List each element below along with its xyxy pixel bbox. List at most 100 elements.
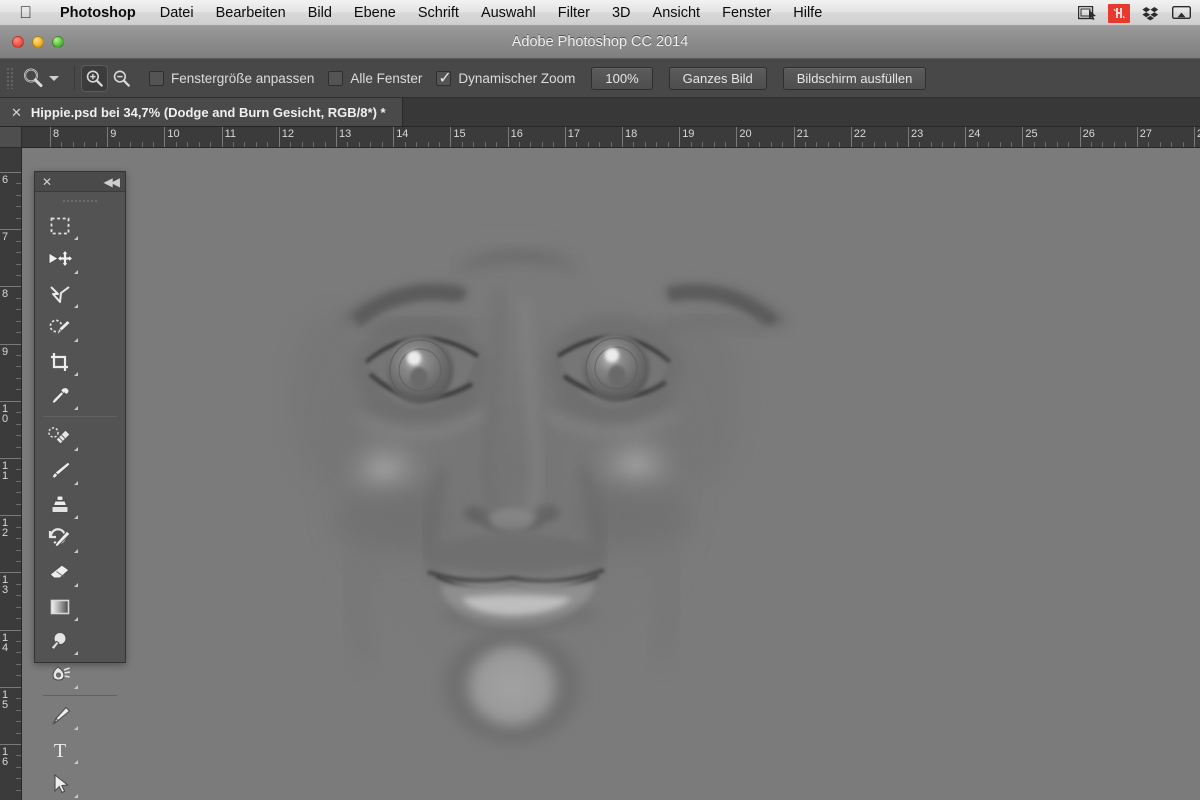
screen-capture-icon[interactable] xyxy=(1077,4,1099,23)
menu-ebene[interactable]: Ebene xyxy=(343,3,407,23)
ruler-tick-minor xyxy=(16,263,21,265)
rectangular-marquee-tool[interactable] xyxy=(38,209,81,243)
close-window-button[interactable] xyxy=(12,36,24,48)
ruler-label: 19 xyxy=(682,128,695,140)
move-tool[interactable] xyxy=(38,243,81,277)
label-alle-fenster: Alle Fenster xyxy=(350,70,423,86)
menu-bearbeiten[interactable]: Bearbeiten xyxy=(205,3,297,23)
menu-filter[interactable]: Filter xyxy=(547,3,601,23)
path-selection-tool[interactable] xyxy=(38,767,81,800)
option-dynamischer-zoom[interactable]: Dynamischer Zoom xyxy=(436,68,575,87)
checkbox-fenstergroesse-anpassen[interactable] xyxy=(149,70,164,86)
lasso-tool[interactable] xyxy=(38,277,81,311)
ruler-tick-minor xyxy=(16,595,21,597)
ruler-tick-minor xyxy=(16,332,21,334)
quick-selection-tool[interactable] xyxy=(38,311,81,345)
spot-healing-brush-tool[interactable] xyxy=(38,420,81,454)
ruler-tick-minor xyxy=(370,142,372,147)
ruler-tick-minor xyxy=(656,142,658,147)
type-tool[interactable]: T xyxy=(38,733,81,767)
pen-tool[interactable] xyxy=(38,699,81,733)
ruler-tick-minor xyxy=(175,142,177,147)
ruler-tick-minor xyxy=(496,142,498,147)
ruler-label: 14 xyxy=(396,128,409,140)
eraser-tool[interactable] xyxy=(38,556,81,590)
apple-logo-icon[interactable]:  xyxy=(18,4,33,22)
gradient-tool[interactable] xyxy=(38,590,81,624)
option-alle-fenster[interactable]: Alle Fenster xyxy=(328,70,423,86)
ruler-tick-minor xyxy=(484,142,486,147)
ruler-tick-minor xyxy=(16,274,21,276)
flyout-corner-icon xyxy=(74,236,78,240)
collapse-panel-icon[interactable]: ◀◀ xyxy=(104,176,121,188)
ruler-tick-minor xyxy=(16,366,21,368)
ruler-tick-minor xyxy=(16,320,21,322)
ruler-label: 9 xyxy=(2,345,9,358)
zoom-out-button[interactable] xyxy=(108,65,135,92)
ruler-tick-minor xyxy=(152,142,154,147)
menu-bild[interactable]: Bild xyxy=(297,3,343,23)
menu-schrift[interactable]: Schrift xyxy=(407,3,470,23)
minimize-window-button[interactable] xyxy=(32,36,44,48)
window-traffic-lights xyxy=(12,36,64,48)
checkbox-alle-fenster[interactable] xyxy=(328,70,344,86)
ruler-tick-minor xyxy=(896,142,898,147)
brush-tool[interactable] xyxy=(38,454,81,488)
fit-whole-image-button[interactable]: Ganzes Bild xyxy=(668,66,767,90)
menu-datei[interactable]: Datei xyxy=(149,3,205,23)
ruler-tick-major xyxy=(0,629,21,631)
ruler-label: 21 xyxy=(796,128,809,140)
history-brush-tool[interactable] xyxy=(38,522,81,556)
canvas-area[interactable] xyxy=(22,148,1200,800)
ruler-tick-major xyxy=(336,127,337,147)
ruler-tick-minor xyxy=(667,142,669,147)
dodge-tool[interactable] xyxy=(38,624,81,658)
vertical-ruler[interactable]: 67891011121314151617 xyxy=(0,148,22,800)
ruler-tick-minor xyxy=(919,142,921,147)
ruler-tick-major xyxy=(736,127,738,147)
zoom-window-button[interactable] xyxy=(52,36,64,48)
flyout-corner-icon xyxy=(74,338,78,342)
menu-hilfe[interactable]: Hilfe xyxy=(782,3,833,23)
close-icon[interactable]: ✕ xyxy=(11,106,22,119)
checkbox-dynamischer-zoom[interactable] xyxy=(436,68,452,87)
close-icon[interactable]: ✕ xyxy=(42,176,52,188)
tool-preset-chevron-down-icon[interactable] xyxy=(49,75,59,81)
menu-auswahl[interactable]: Auswahl xyxy=(470,3,547,23)
zoom-in-button[interactable] xyxy=(81,64,108,92)
magnifier-tool-icon[interactable] xyxy=(18,65,48,91)
menu-3d[interactable]: 3D xyxy=(601,3,642,23)
zoom-100-percent-button[interactable]: 100% xyxy=(591,66,653,90)
red-status-badge-icon[interactable] xyxy=(1108,3,1130,23)
ruler-tick-minor xyxy=(187,142,189,147)
ruler-label: 12 xyxy=(281,128,295,140)
menu-ansicht[interactable]: Ansicht xyxy=(642,3,712,23)
eyedropper-tool[interactable] xyxy=(38,379,81,413)
menu-fenster[interactable]: Fenster xyxy=(711,3,782,23)
ruler-tick-minor xyxy=(1113,142,1115,147)
ruler-origin-corner[interactable] xyxy=(0,127,22,148)
option-fenstergroesse-anpassen[interactable]: Fenstergröße anpassen xyxy=(149,70,314,86)
crop-tool[interactable] xyxy=(38,345,81,379)
macos-menubar:  Photoshop Datei Bearbeiten Bild Ebene … xyxy=(0,0,1200,26)
window-titlebar: Adobe Photoshop CC 2014 xyxy=(0,26,1200,59)
menu-photoshop[interactable]: Photoshop xyxy=(47,3,149,23)
options-bar-grip[interactable] xyxy=(6,67,15,89)
flyout-corner-icon xyxy=(74,270,78,274)
tools-panel[interactable]: ✕ ◀◀ T xyxy=(34,171,126,798)
ruler-label: 22 xyxy=(853,128,867,140)
ruler-tick-minor xyxy=(873,142,875,147)
tools-panel-header[interactable]: ✕ ◀◀ xyxy=(35,172,125,192)
blur-tool[interactable] xyxy=(38,658,81,692)
airplay-icon[interactable] xyxy=(1170,4,1192,23)
fill-screen-button[interactable]: Bildschirm ausfüllen xyxy=(782,66,927,90)
clone-stamp-tool[interactable] xyxy=(38,488,81,522)
ruler-tick-major xyxy=(450,127,452,147)
tools-panel-grip[interactable] xyxy=(61,194,99,207)
dropbox-icon[interactable] xyxy=(1139,4,1161,23)
document-tab-hippie-psd[interactable]: ✕ Hippie.psd bei 34,7% (Dodge and Burn G… xyxy=(0,98,403,126)
ruler-tick-major xyxy=(1194,127,1195,147)
ruler-tick-minor xyxy=(16,709,21,711)
flyout-corner-icon xyxy=(74,617,78,621)
horizontal-ruler[interactable]: 8910111213141516171819202122232425262728 xyxy=(22,127,1200,148)
